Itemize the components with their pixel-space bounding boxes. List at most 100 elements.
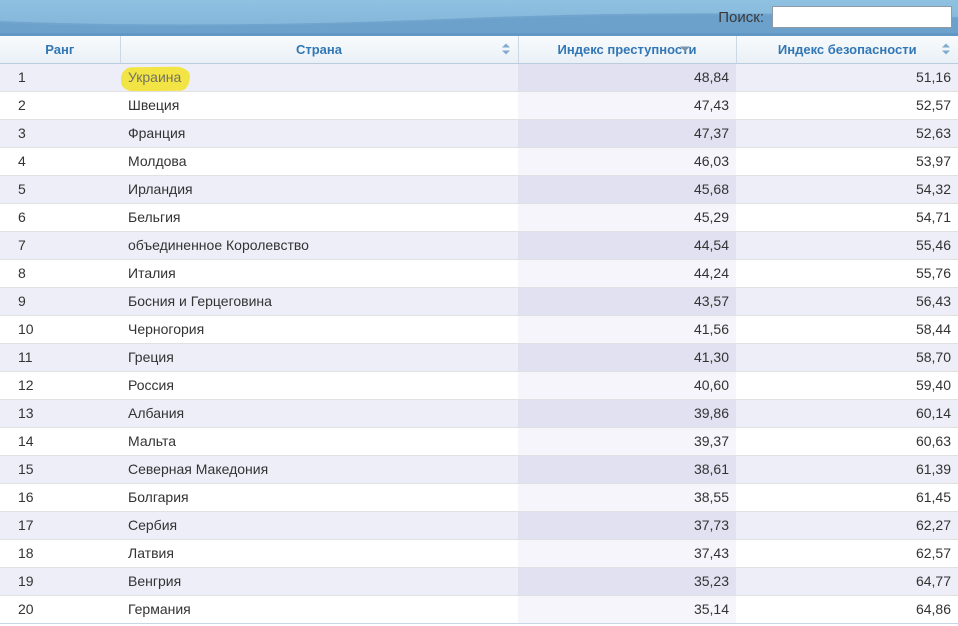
- rank-cell: 5: [0, 175, 120, 203]
- crime-index-cell: 37,43: [518, 539, 736, 567]
- rank-cell: 9: [0, 287, 120, 315]
- column-header-rank-label: Ранг: [45, 42, 74, 57]
- table-row: 6 Бельгия 45,29 54,71: [0, 203, 958, 231]
- rank-cell: 10: [0, 315, 120, 343]
- sort-unsorted-icon: [502, 44, 510, 55]
- safety-index-cell: 59,40: [736, 371, 958, 399]
- table-row: 10 Черногория 41,56 58,44: [0, 315, 958, 343]
- crime-index-cell: 46,03: [518, 147, 736, 175]
- table-row: 13 Албания 39,86 60,14: [0, 399, 958, 427]
- table-row: 7 объединенное Королевство 44,54 55,46: [0, 231, 958, 259]
- country-name: Болгария: [128, 489, 189, 505]
- column-header-country[interactable]: Страна: [120, 36, 518, 63]
- search-area: Поиск:: [718, 6, 952, 28]
- rank-cell: 7: [0, 231, 120, 259]
- crime-index-cell: 47,37: [518, 119, 736, 147]
- table-row: 4 Молдова 46,03 53,97: [0, 147, 958, 175]
- country-cell: Германия: [120, 595, 518, 623]
- table-row: 3 Франция 47,37 52,63: [0, 119, 958, 147]
- crime-index-cell: 39,86: [518, 399, 736, 427]
- search-label: Поиск:: [718, 9, 764, 26]
- rank-cell: 15: [0, 455, 120, 483]
- crime-index-cell: 47,43: [518, 91, 736, 119]
- table-body: 1 Украина 48,84 51,16 2 Швеция 47,43 52,…: [0, 63, 958, 623]
- table-header-row: Ранг Страна Индекс преступности Индекс б…: [0, 36, 958, 63]
- rank-cell: 20: [0, 595, 120, 623]
- table-row: 20 Германия 35,14 64,86: [0, 595, 958, 623]
- table-row: 16 Болгария 38,55 61,45: [0, 483, 958, 511]
- safety-index-cell: 61,45: [736, 483, 958, 511]
- rank-cell: 11: [0, 343, 120, 371]
- rank-cell: 17: [0, 511, 120, 539]
- search-input[interactable]: [772, 6, 952, 28]
- crime-index-cell: 41,30: [518, 343, 736, 371]
- country-name: Северная Македония: [128, 461, 268, 477]
- country-name: Мальта: [128, 433, 176, 449]
- country-cell: Северная Македония: [120, 455, 518, 483]
- safety-index-cell: 61,39: [736, 455, 958, 483]
- table-row: 18 Латвия 37,43 62,57: [0, 539, 958, 567]
- crime-index-cell: 44,54: [518, 231, 736, 259]
- safety-index-cell: 64,86: [736, 595, 958, 623]
- safety-index-cell: 52,57: [736, 91, 958, 119]
- safety-index-cell: 60,63: [736, 427, 958, 455]
- crime-index-cell: 37,73: [518, 511, 736, 539]
- country-cell: Франция: [120, 119, 518, 147]
- table-row: 19 Венгрия 35,23 64,77: [0, 567, 958, 595]
- column-header-safety-index[interactable]: Индекс безопасности: [736, 36, 958, 63]
- rank-cell: 14: [0, 427, 120, 455]
- safety-index-cell: 58,70: [736, 343, 958, 371]
- rank-cell: 3: [0, 119, 120, 147]
- country-name: Сербия: [128, 517, 177, 533]
- country-name: Германия: [128, 601, 191, 617]
- crime-index-cell: 35,23: [518, 567, 736, 595]
- rank-cell: 19: [0, 567, 120, 595]
- crime-index-cell: 40,60: [518, 371, 736, 399]
- rank-cell: 6: [0, 203, 120, 231]
- safety-index-cell: 58,44: [736, 315, 958, 343]
- country-name: объединенное Королевство: [128, 237, 309, 253]
- safety-index-cell: 54,32: [736, 175, 958, 203]
- column-header-safety-label: Индекс безопасности: [778, 42, 917, 57]
- column-header-crime-index[interactable]: Индекс преступности: [518, 36, 736, 63]
- sort-unsorted-icon: [942, 44, 950, 55]
- safety-index-cell: 56,43: [736, 287, 958, 315]
- safety-index-cell: 64,77: [736, 567, 958, 595]
- country-cell: Молдова: [120, 147, 518, 175]
- country-cell: Бельгия: [120, 203, 518, 231]
- table-row: 11 Греция 41,30 58,70: [0, 343, 958, 371]
- country-name: Албания: [128, 405, 184, 421]
- crime-index-cell: 39,37: [518, 427, 736, 455]
- crime-index-cell: 48,84: [518, 63, 736, 91]
- country-cell: Италия: [120, 259, 518, 287]
- rank-cell: 1: [0, 63, 120, 91]
- country-cell: объединенное Королевство: [120, 231, 518, 259]
- country-cell: Болгария: [120, 483, 518, 511]
- column-header-crime-label: Индекс преступности: [558, 42, 697, 57]
- table-row: 2 Швеция 47,43 52,57: [0, 91, 958, 119]
- country-cell: Мальта: [120, 427, 518, 455]
- country-index-table: Ранг Страна Индекс преступности Индекс б…: [0, 36, 958, 624]
- safety-index-cell: 52,63: [736, 119, 958, 147]
- sort-descending-icon: [680, 47, 690, 52]
- country-cell: Босния и Герцеговина: [120, 287, 518, 315]
- country-cell: Швеция: [120, 91, 518, 119]
- country-name: Франция: [128, 125, 185, 141]
- safety-index-cell: 60,14: [736, 399, 958, 427]
- safety-index-cell: 54,71: [736, 203, 958, 231]
- top-banner: Поиск:: [0, 0, 958, 36]
- rank-cell: 2: [0, 91, 120, 119]
- table-row: 9 Босния и Герцеговина 43,57 56,43: [0, 287, 958, 315]
- country-cell: Россия: [120, 371, 518, 399]
- safety-index-cell: 51,16: [736, 63, 958, 91]
- country-cell: Украина: [120, 63, 518, 91]
- crime-index-cell: 44,24: [518, 259, 736, 287]
- crime-index-cell: 41,56: [518, 315, 736, 343]
- rank-cell: 12: [0, 371, 120, 399]
- country-name: Молдова: [128, 153, 187, 169]
- table-row: 17 Сербия 37,73 62,27: [0, 511, 958, 539]
- country-name: Венгрия: [128, 573, 181, 589]
- column-header-rank[interactable]: Ранг: [0, 36, 120, 63]
- column-header-country-label: Страна: [296, 42, 342, 57]
- crime-index-cell: 38,61: [518, 455, 736, 483]
